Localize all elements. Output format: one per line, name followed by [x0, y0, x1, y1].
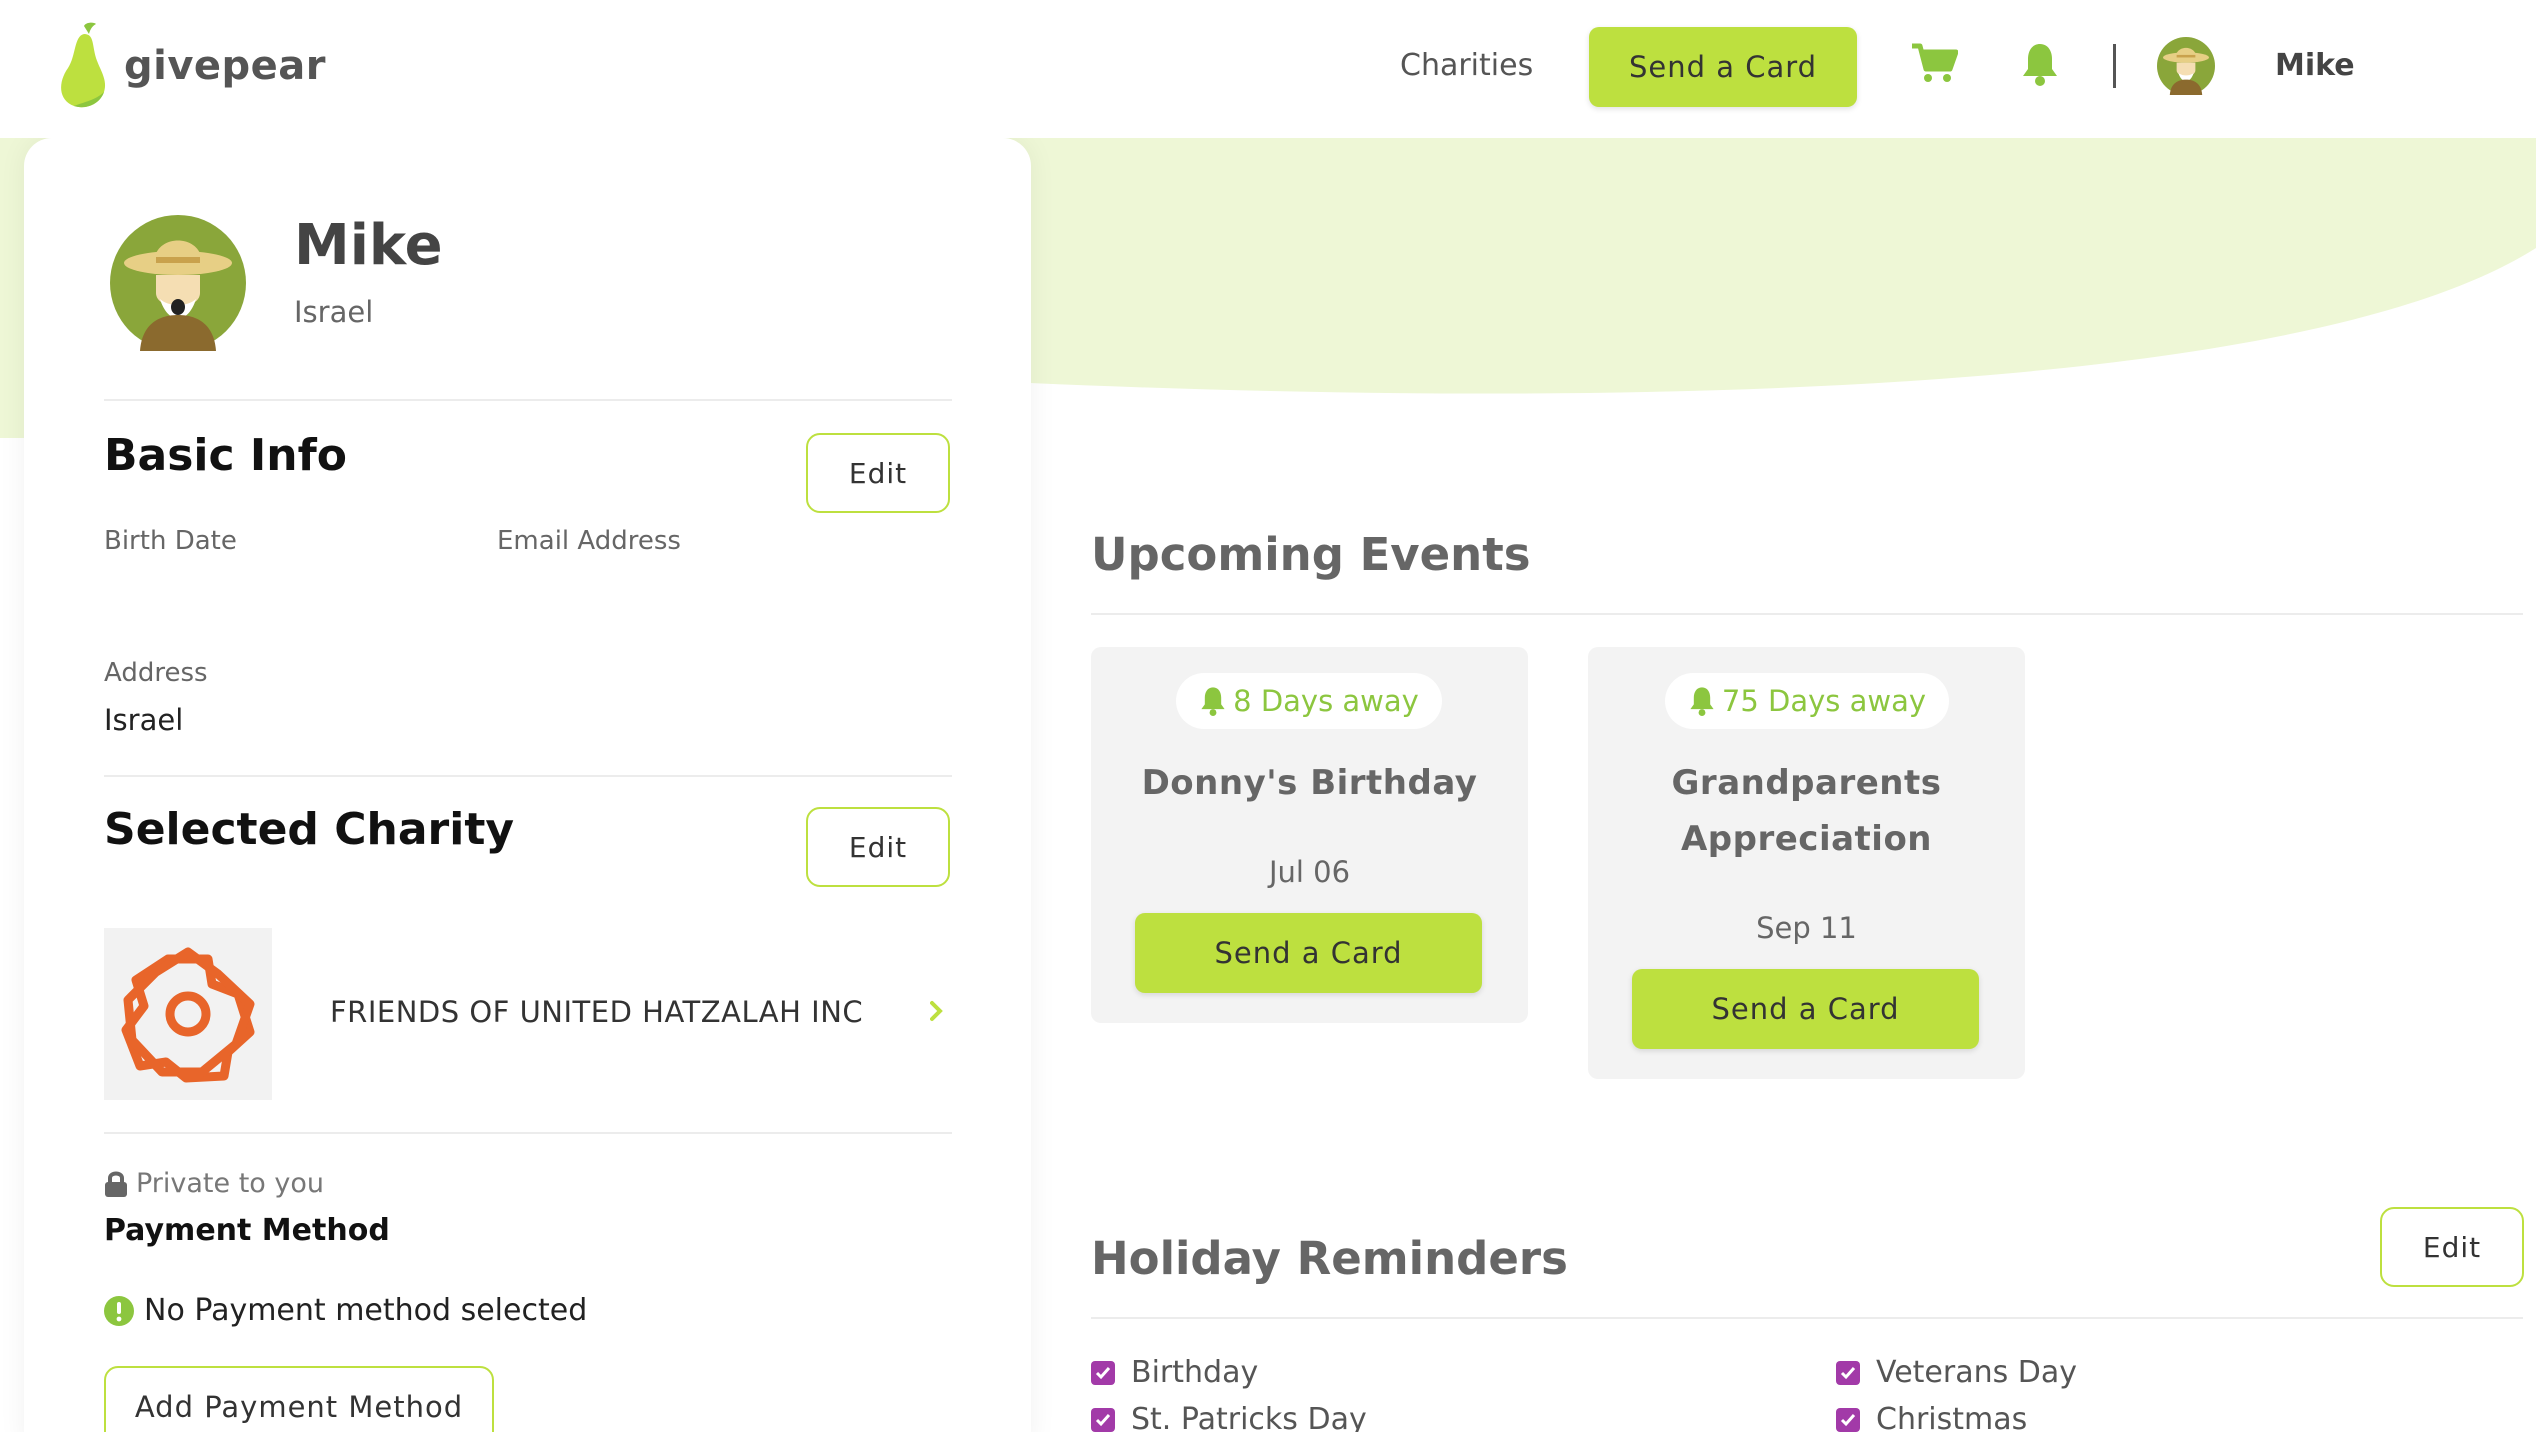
header-send-card-button[interactable]: Send a Card [1589, 27, 1857, 107]
profile-card: Mike Israel Basic Info Edit Birth Date E… [24, 138, 1031, 1432]
event-name: Donny's Birthday [1141, 763, 1478, 803]
top-header: givepear Charities Send a Card Mike [0, 0, 2536, 138]
charity-logo[interactable] [104, 928, 272, 1100]
profile-location: Israel [294, 295, 374, 329]
days-away-badge: 8 Days away [1176, 673, 1442, 729]
event-name-line-1: Grandparents [1671, 763, 1942, 803]
profile-name: Mike [294, 213, 443, 278]
upcoming-events-title: Upcoming Events [1091, 528, 1531, 581]
header-divider [2113, 44, 2116, 88]
days-away-badge: 75 Days away [1665, 673, 1949, 729]
checkbox-checked-icon[interactable] [1836, 1360, 1860, 1385]
holiday-checkbox-item[interactable]: Christmas [1836, 1402, 2027, 1432]
holiday-reminders-title: Holiday Reminders [1091, 1232, 1568, 1285]
event-card: 8 Days away Donny's Birthday Jul 06 Send… [1091, 647, 1528, 1023]
event-card: 75 Days away Grandparents Appreciation S… [1588, 647, 2025, 1079]
charity-edit-button[interactable]: Edit [806, 807, 950, 887]
payment-method-title: Payment Method [104, 1213, 390, 1248]
basic-info-edit-button[interactable]: Edit [806, 433, 950, 513]
nav-charities-link[interactable]: Charities [1400, 48, 1533, 83]
divider [104, 775, 952, 777]
profile-avatar [110, 215, 246, 351]
holiday-checkbox-item[interactable]: Birthday [1091, 1355, 1258, 1390]
user-avatar[interactable] [2157, 37, 2215, 95]
givepear-logo[interactable]: givepear [56, 22, 326, 110]
address-label: Address [104, 658, 208, 688]
logo-text: givepear [124, 43, 327, 89]
payment-status-text: No Payment method selected [144, 1293, 588, 1328]
divider [1091, 1317, 2523, 1319]
address-value: Israel [104, 703, 184, 737]
holiday-label: Veterans Day [1876, 1355, 2078, 1390]
days-away-text: 8 Days away [1233, 684, 1419, 718]
bell-icon[interactable] [2020, 42, 2060, 90]
event-date: Jul 06 [1268, 855, 1351, 889]
holiday-edit-button[interactable]: Edit [2380, 1207, 2524, 1287]
basic-info-title: Basic Info [104, 430, 347, 481]
private-indicator: Private to you [104, 1168, 324, 1199]
event-date: Sep 11 [1756, 911, 1857, 945]
selected-charity-title: Selected Charity [104, 804, 515, 855]
charity-name[interactable]: FRIENDS OF UNITED HATZALAH INC [330, 995, 863, 1029]
holiday-checkbox-item[interactable]: Veterans Day [1836, 1355, 2077, 1390]
header-username[interactable]: Mike [2275, 48, 2355, 83]
checkbox-checked-icon[interactable] [1091, 1360, 1115, 1385]
chevron-right-icon[interactable] [930, 1000, 944, 1026]
alert-icon [104, 1295, 134, 1326]
divider [104, 399, 952, 401]
lock-icon [105, 1171, 127, 1197]
days-away-text: 75 Days away [1721, 684, 1927, 718]
bell-icon [1690, 687, 1714, 716]
cart-icon[interactable] [1912, 43, 1959, 87]
divider [1091, 613, 2523, 615]
private-label: Private to you [136, 1168, 325, 1199]
email-address-label: Email Address [497, 526, 681, 556]
bell-icon [1201, 687, 1225, 716]
birth-date-label: Birth Date [104, 526, 237, 556]
event-send-card-button[interactable]: Send a Card [1135, 913, 1482, 993]
holiday-label: St. Patricks Day [1131, 1402, 1367, 1432]
checkbox-checked-icon[interactable] [1091, 1407, 1115, 1432]
holiday-label: Christmas [1876, 1402, 2028, 1432]
divider [104, 1132, 952, 1134]
add-payment-method-button[interactable]: Add Payment Method [104, 1366, 494, 1432]
event-send-card-button[interactable]: Send a Card [1632, 969, 1979, 1049]
payment-status: No Payment method selected [104, 1293, 587, 1328]
checkbox-checked-icon[interactable] [1836, 1407, 1860, 1432]
event-name-line-2: Appreciation [1680, 819, 1933, 859]
holiday-checkbox-item[interactable]: St. Patricks Day [1091, 1402, 1367, 1432]
pear-logo-icon [61, 22, 106, 108]
holiday-label: Birthday [1131, 1355, 1259, 1390]
